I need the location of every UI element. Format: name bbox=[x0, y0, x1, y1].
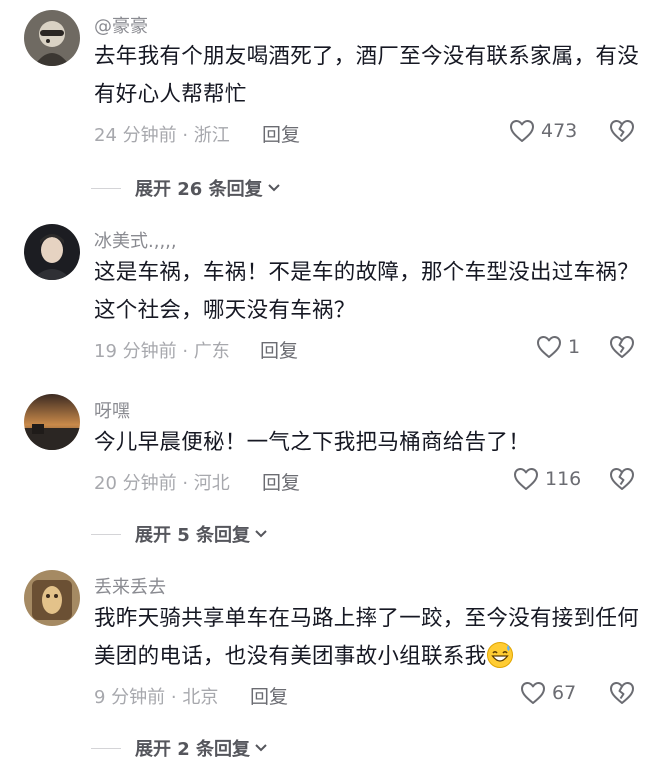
dislike-button[interactable] bbox=[609, 681, 635, 705]
broken-heart-icon bbox=[610, 120, 634, 142]
comment-text: 去年我有个朋友喝酒死了，酒厂至今没有联系家属，有没有好心人帮帮忙 bbox=[94, 44, 640, 107]
username[interactable]: 丢来丢去 bbox=[94, 573, 166, 599]
comment-meta: 19 分钟前 · 广东 bbox=[94, 341, 230, 362]
comment-meta: 20 分钟前 · 河北 bbox=[94, 473, 230, 494]
comment-meta: 24 分钟前 · 浙江 bbox=[94, 125, 230, 146]
comment-text-body: 我昨天骑共享单车在马路上摔了一跤，至今没有接到任何美团的电话，也没有美团事故小组… bbox=[94, 606, 640, 669]
comment-meta: 9 分钟前 · 北京 bbox=[94, 687, 219, 708]
avatar[interactable] bbox=[24, 224, 80, 280]
username[interactable]: @豪豪 bbox=[94, 12, 148, 38]
reply-button[interactable]: 回复 bbox=[250, 682, 288, 709]
avatar[interactable] bbox=[24, 394, 80, 450]
chevron-down-icon bbox=[267, 184, 280, 192]
expand-replies-button[interactable]: 展开 2 条回复 bbox=[91, 735, 268, 761]
expand-replies-label: 展开 26 条回复 bbox=[135, 179, 263, 200]
dislike-button[interactable] bbox=[609, 467, 635, 491]
like-count: 116 bbox=[545, 468, 582, 490]
divider-line bbox=[91, 187, 121, 189]
reply-button[interactable]: 回复 bbox=[260, 336, 298, 363]
heart-outline-icon bbox=[514, 468, 538, 490]
like-button[interactable]: 1 bbox=[536, 335, 580, 359]
divider-line bbox=[91, 533, 121, 535]
broken-heart-icon bbox=[610, 468, 634, 490]
grinning-sweat-emoji-icon bbox=[487, 642, 514, 668]
expand-replies-button[interactable]: 展开 5 条回复 bbox=[91, 521, 268, 547]
expand-replies-label: 展开 5 条回复 bbox=[135, 525, 251, 546]
like-button[interactable]: 116 bbox=[513, 467, 581, 491]
avatar[interactable] bbox=[24, 10, 80, 66]
like-count: 473 bbox=[541, 120, 578, 142]
chevron-down-icon bbox=[255, 744, 267, 752]
username[interactable]: 呀嘿 bbox=[94, 397, 130, 423]
comment-text: 今儿早晨便秘！一气之下我把马桶商给告了！ bbox=[94, 430, 531, 455]
like-count: 1 bbox=[568, 336, 581, 358]
like-button[interactable]: 473 bbox=[509, 119, 577, 143]
dislike-button[interactable] bbox=[609, 119, 635, 143]
reply-button[interactable]: 回复 bbox=[262, 120, 300, 147]
avatar[interactable] bbox=[24, 570, 80, 626]
heart-outline-icon bbox=[510, 120, 534, 142]
like-count: 67 bbox=[552, 682, 577, 704]
broken-heart-icon bbox=[610, 336, 634, 358]
heart-outline-icon bbox=[521, 682, 545, 704]
username[interactable]: 冰美式.,,,, bbox=[94, 227, 177, 253]
reply-button[interactable]: 回复 bbox=[262, 468, 300, 495]
broken-heart-icon bbox=[610, 682, 634, 704]
chevron-down-icon bbox=[255, 530, 267, 538]
dislike-button[interactable] bbox=[609, 335, 635, 359]
comment-text: 我昨天骑共享单车在马路上摔了一跤，至今没有接到任何美团的电话，也没有美团事故小组… bbox=[94, 600, 639, 676]
like-button[interactable]: 67 bbox=[520, 681, 576, 705]
comment-text: 这是车祸，车祸！不是车的故障，那个车型没出过车祸？这个社会，哪天没有车祸？ bbox=[94, 260, 640, 323]
expand-replies-button[interactable]: 展开 26 条回复 bbox=[91, 175, 281, 201]
heart-outline-icon bbox=[537, 336, 561, 358]
expand-replies-label: 展开 2 条回复 bbox=[135, 739, 251, 760]
divider-line bbox=[91, 747, 121, 749]
